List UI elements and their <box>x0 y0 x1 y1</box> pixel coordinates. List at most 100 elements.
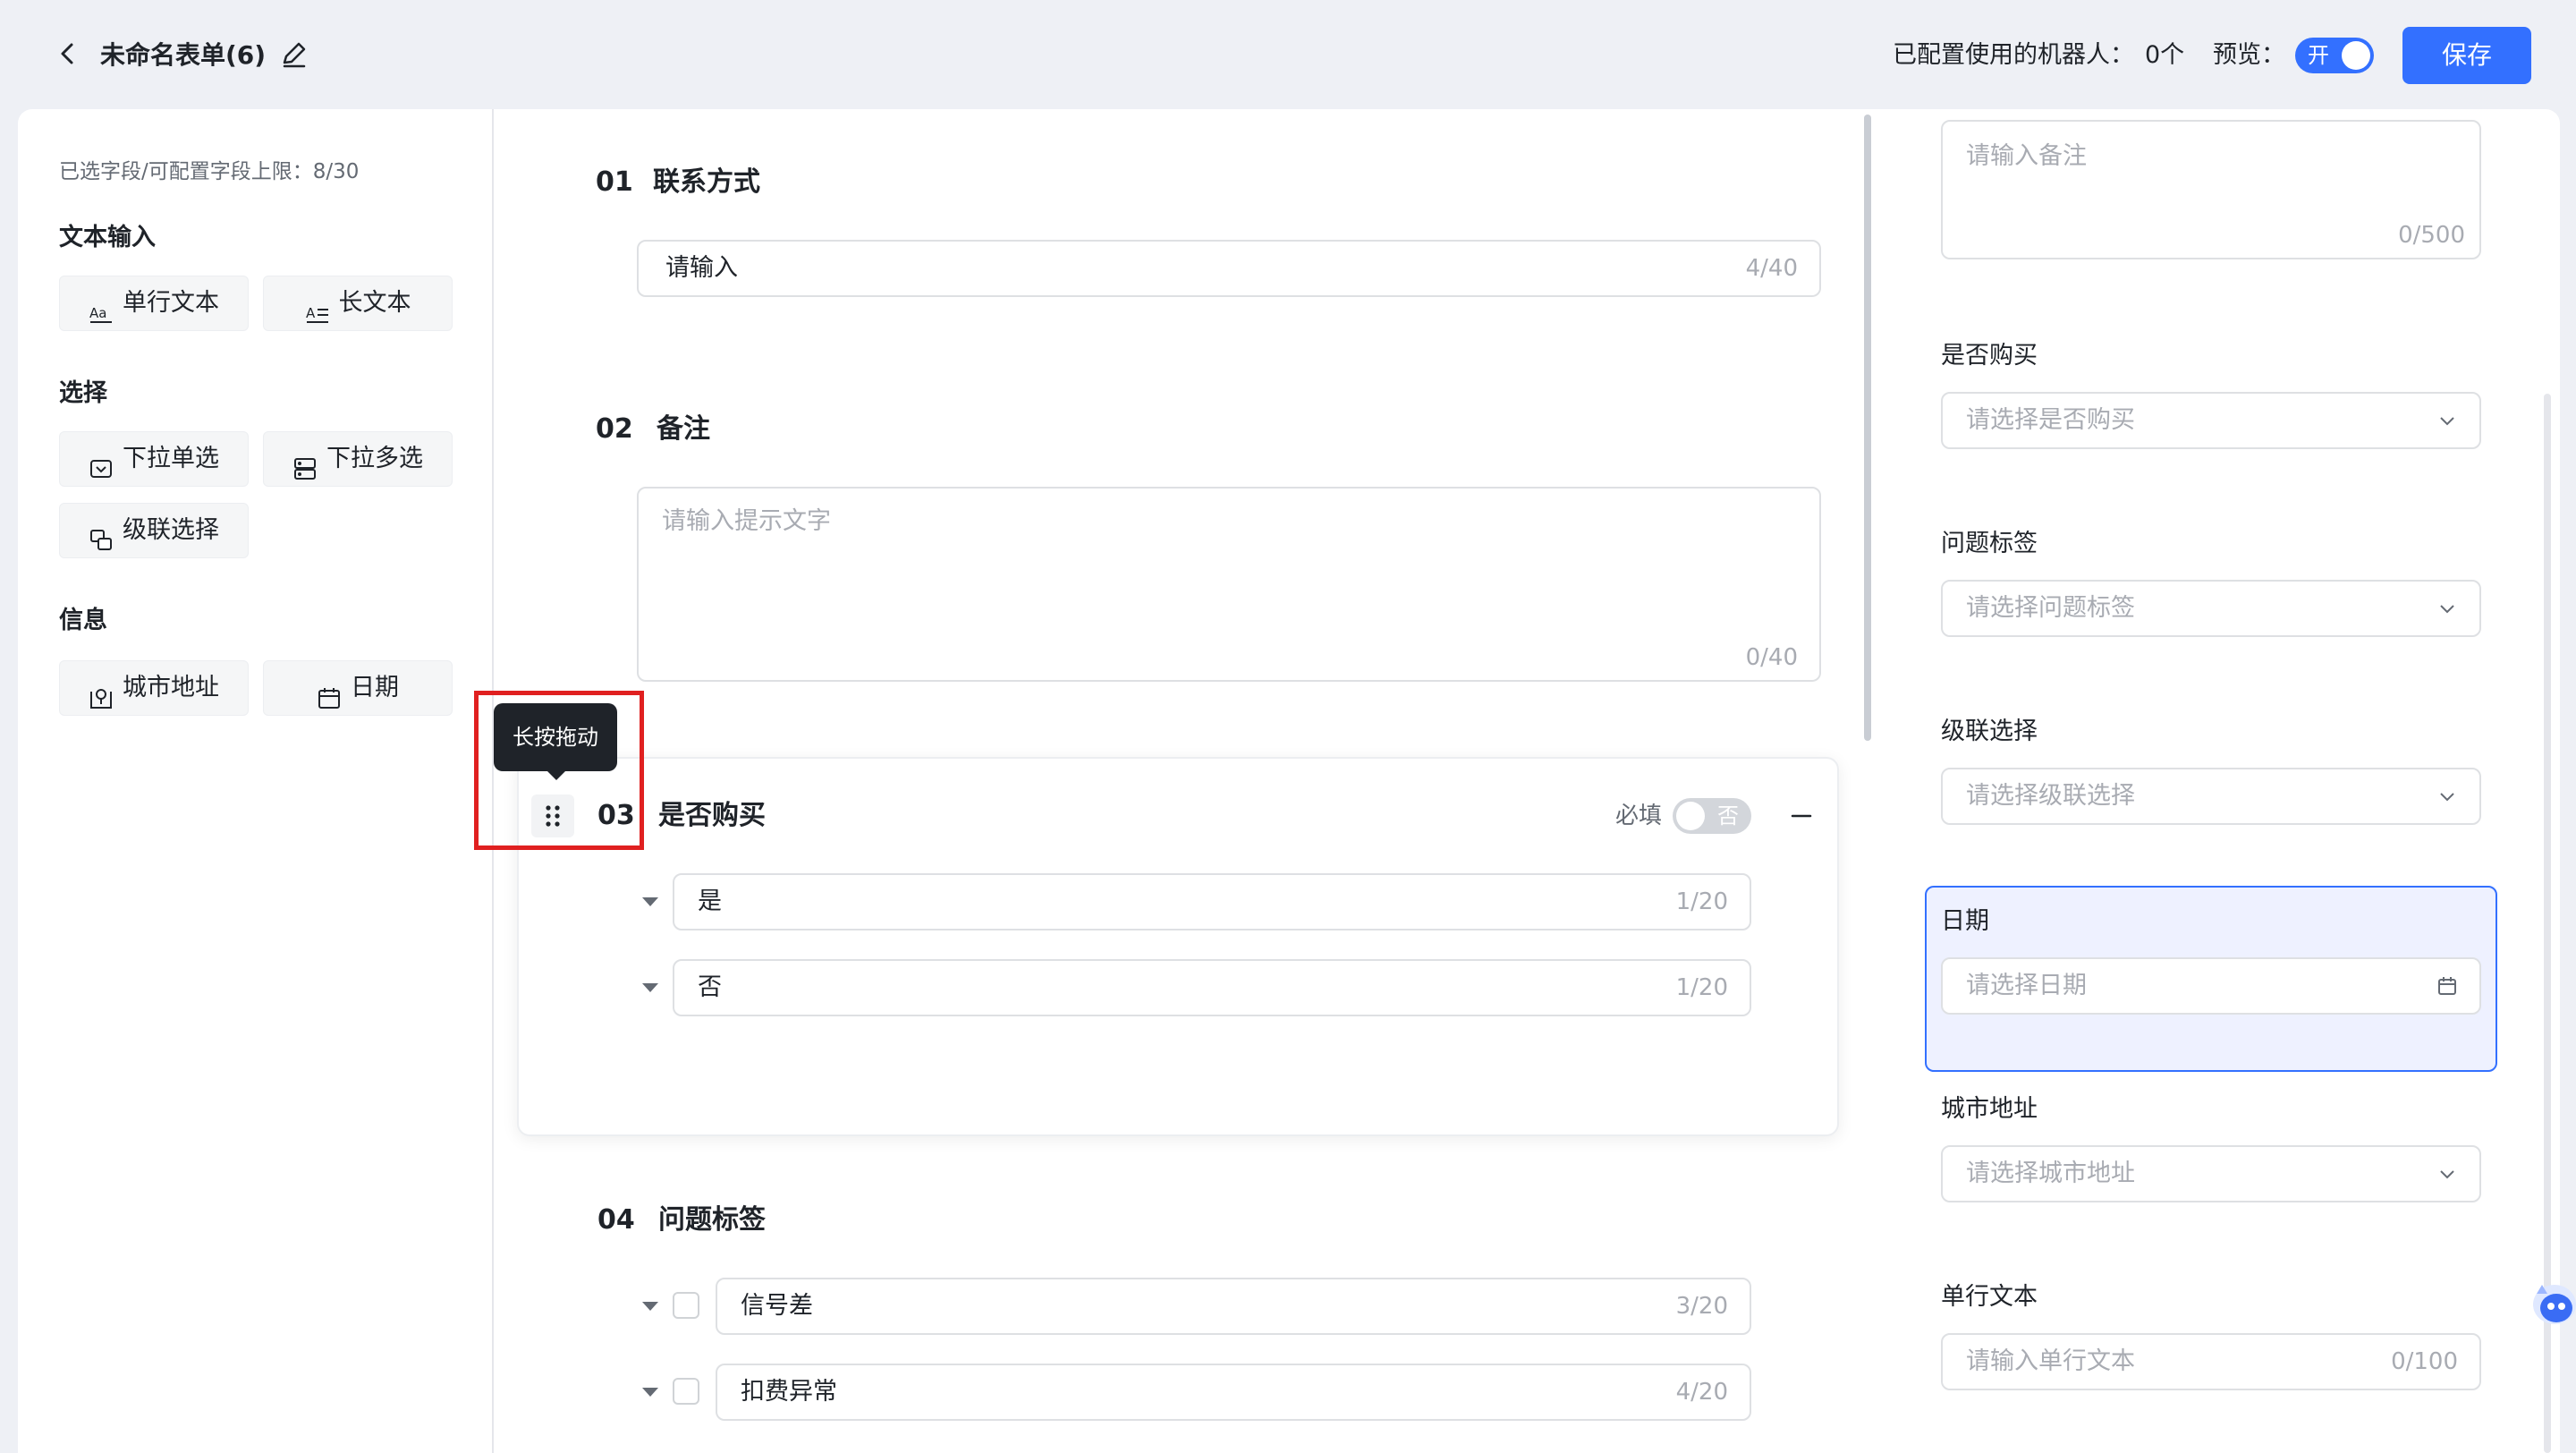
char-count: 4/20 <box>1675 1379 1728 1406</box>
field-city-address[interactable]: 城市地址 <box>59 660 249 716</box>
text-aa-icon: Aa <box>89 291 114 323</box>
group-title-info: 信息 <box>59 607 107 634</box>
option-value: 信号差 <box>741 1292 813 1320</box>
field-label: 下拉多选 <box>326 445 423 472</box>
placeholder-text: 请选择日期 <box>1966 972 2087 999</box>
field-date[interactable]: 日期 <box>263 660 453 716</box>
section-title: 问题标签 <box>658 1204 766 1236</box>
toggle-knob <box>1676 802 1705 830</box>
option-input[interactable]: 是 1/20 <box>673 873 1751 930</box>
placeholder-text: 请输入提示文字 <box>662 507 831 535</box>
highlight-annotation <box>474 691 644 850</box>
assistant-mascot-icon[interactable] <box>2524 1262 2576 1333</box>
input-value: 请输入 <box>665 254 738 282</box>
char-count: 0/100 <box>2391 1348 2458 1375</box>
placeholder-text: 请选择是否购买 <box>1966 406 2135 434</box>
preview-field-label: 单行文本 <box>1941 1283 2038 1311</box>
section-title: 联系方式 <box>653 166 760 198</box>
field-label: 级联选择 <box>123 516 219 544</box>
field-single-line-text[interactable]: Aa 单行文本 <box>59 276 249 331</box>
save-button[interactable]: 保存 <box>2402 27 2531 84</box>
option-input[interactable]: 扣费异常 4/20 <box>716 1364 1751 1421</box>
preview-select-cascade[interactable]: 请选择级联选择 <box>1941 768 2481 825</box>
svg-text:Aa: Aa <box>89 305 106 321</box>
option-expand-icon[interactable] <box>642 1302 658 1311</box>
option-expand-icon[interactable] <box>642 983 658 992</box>
long-text-icon: A <box>305 291 330 323</box>
section-number: 01 <box>596 166 633 198</box>
chevron-down-icon <box>2440 605 2454 614</box>
cascade-icon <box>89 518 114 550</box>
section-title: 备注 <box>657 413 710 445</box>
field-label: 日期 <box>351 674 399 701</box>
preview-field-label: 问题标签 <box>1941 530 2038 557</box>
form-title: 未命名表单(6) <box>100 40 267 70</box>
option-input[interactable]: 信号差 3/20 <box>716 1278 1751 1335</box>
section-title: 是否购买 <box>658 800 766 831</box>
field-dropdown-multi[interactable]: 下拉多选 <box>263 431 453 487</box>
char-count: 1/20 <box>1675 974 1728 1001</box>
required-toggle[interactable]: 否 <box>1673 798 1751 834</box>
preview-single-line-input[interactable]: 请输入单行文本 0/100 <box>1941 1333 2481 1390</box>
collapse-minus-icon[interactable] <box>1785 800 1818 832</box>
preview-select-purchase[interactable]: 请选择是否购买 <box>1941 392 2481 449</box>
preview-select-city[interactable]: 请选择城市地址 <box>1941 1145 2481 1202</box>
preview-field-label: 日期 <box>1941 907 1989 935</box>
chevron-down-icon <box>2440 1170 2454 1179</box>
option-input[interactable]: 否 1/20 <box>673 959 1751 1016</box>
back-arrow-icon[interactable] <box>50 36 86 72</box>
option-checkbox[interactable] <box>673 1292 699 1319</box>
char-count: 0/500 <box>2398 222 2465 249</box>
option-value: 是 <box>698 888 722 915</box>
char-count: 1/20 <box>1675 888 1728 915</box>
field-label: 城市地址 <box>123 674 219 701</box>
field-label: 单行文本 <box>123 289 219 317</box>
required-toggle-text: 否 <box>1717 803 1739 828</box>
option-expand-icon[interactable] <box>642 897 658 906</box>
preview-label: 预览： <box>2213 41 2285 69</box>
placeholder-text: 请选择城市地址 <box>1966 1160 2135 1187</box>
field-cascade-select[interactable]: 级联选择 <box>59 503 249 558</box>
svg-text:A: A <box>306 305 316 321</box>
preview-date-picker[interactable]: 请选择日期 <box>1941 957 2481 1015</box>
placeholder-text: 请输入备注 <box>1966 142 2087 170</box>
dropdown-multi-icon <box>292 446 318 480</box>
robot-config-label: 已配置使用的机器人： <box>1893 41 2134 69</box>
field-dropdown-single[interactable]: 下拉单选 <box>59 431 249 487</box>
toggle-knob <box>2342 41 2370 70</box>
field-label: 下拉单选 <box>123 445 219 472</box>
required-label: 必填 <box>1615 803 1663 829</box>
preview-remark-textarea[interactable]: 请输入备注 0/500 <box>1941 120 2481 259</box>
dropdown-single-icon <box>89 446 114 478</box>
remark-textarea[interactable]: 请输入提示文字 0/40 <box>637 487 1821 682</box>
editor-scrollbar[interactable] <box>1864 115 1871 741</box>
option-value: 否 <box>698 973 722 1001</box>
edit-pencil-icon[interactable] <box>277 38 311 72</box>
option-expand-icon[interactable] <box>642 1388 658 1397</box>
map-pin-icon <box>89 676 114 709</box>
option-value: 扣费异常 <box>741 1378 837 1406</box>
robot-count: 0个 <box>2145 41 2185 69</box>
char-count: 0/40 <box>1745 644 1798 671</box>
preview-toggle-text: 开 <box>2308 43 2329 68</box>
char-count: 4/40 <box>1745 255 1798 282</box>
preview-select-tags[interactable]: 请选择问题标签 <box>1941 580 2481 637</box>
option-checkbox[interactable] <box>673 1378 699 1405</box>
preview-field-label: 级联选择 <box>1941 718 2038 745</box>
placeholder-text: 请输入单行文本 <box>1966 1347 2135 1375</box>
calendar-icon <box>2438 977 2456 995</box>
preview-field-label: 城市地址 <box>1941 1095 2038 1123</box>
field-palette: 已选字段/可配置字段上限：8/30 文本输入 Aa 单行文本 A 长文本 选择 … <box>18 109 494 1453</box>
contact-input[interactable]: 请输入 4/40 <box>637 240 1821 297</box>
placeholder-text: 请选择级联选择 <box>1966 782 2135 810</box>
field-label: 长文本 <box>338 289 411 317</box>
char-count: 3/20 <box>1675 1293 1728 1320</box>
field-long-text[interactable]: A 长文本 <box>263 276 453 331</box>
top-bar: 未命名表单(6) 已配置使用的机器人： 0个 预览： 开 保存 <box>0 0 2576 109</box>
section-number: 04 <box>597 1204 635 1236</box>
calendar-icon <box>317 676 342 709</box>
chevron-down-icon <box>2440 793 2454 802</box>
section-number: 02 <box>596 413 633 445</box>
group-title-text-input: 文本输入 <box>59 224 156 251</box>
preview-toggle[interactable]: 开 <box>2295 38 2374 73</box>
